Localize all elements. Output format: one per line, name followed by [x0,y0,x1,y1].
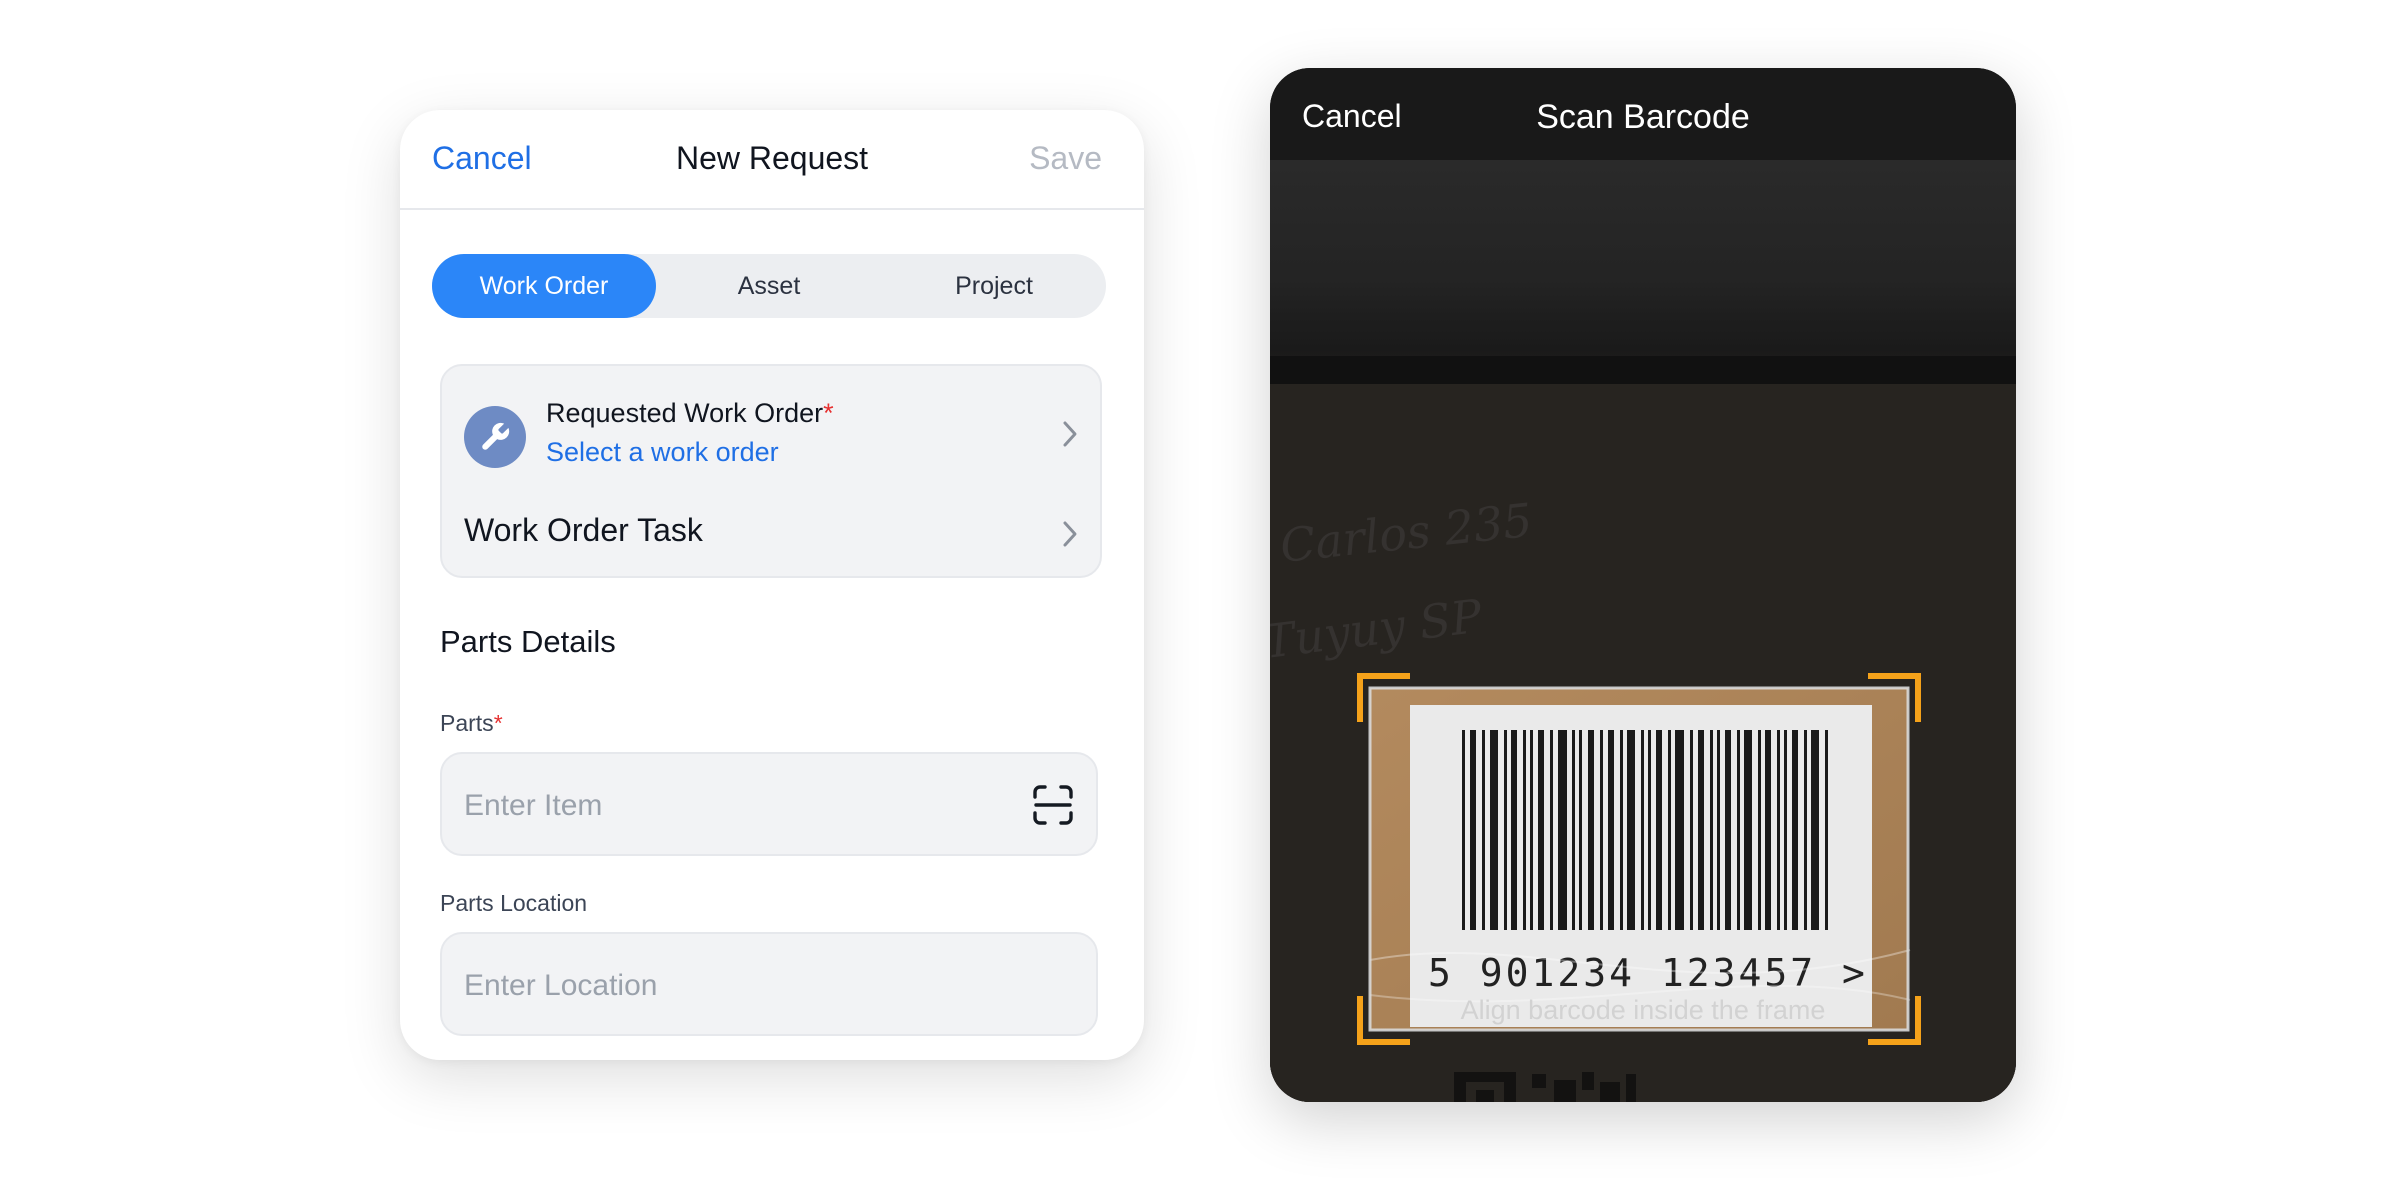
parts-location-label: Parts Location [440,890,588,916]
requested-work-order-row[interactable]: Requested Work Order* Select a work orde… [442,366,1100,486]
scan-hint: Align barcode inside the frame [1460,995,1826,1025]
wrench-icon [464,406,526,468]
parts-label: Parts* [440,710,503,736]
requested-work-order-label: Requested Work Order* [546,398,834,428]
chevron-right-icon [1063,521,1077,547]
nav-bar: Cancel New Request Save [400,110,1144,210]
parts-location-placeholder: Enter Location [464,969,658,1002]
tab-project[interactable]: Project [882,254,1106,318]
parts-input[interactable]: Enter Item [440,752,1098,856]
save-button[interactable]: Save [1029,140,1102,177]
scan-header: Cancel Scan Barcode [1270,68,2016,160]
request-type-segmented-control: Work Order Asset Project [432,254,1106,318]
tab-asset[interactable]: Asset [657,254,881,318]
barcode-number: 5 901234 123457 > [1428,951,1868,995]
scan-title: Scan Barcode [1536,98,1750,136]
new-request-card: Cancel New Request Save Work Order Asset… [400,110,1144,1060]
parts-placeholder: Enter Item [464,789,603,822]
barcode-label: 5 901234 123457 > [1369,688,1911,1030]
parts-details-heading: Parts Details [440,624,616,659]
work-order-group: Requested Work Order* Select a work orde… [440,364,1102,578]
scan-icon[interactable] [1032,784,1074,826]
tab-work-order[interactable]: Work Order [432,254,656,318]
required-asterisk: * [493,710,503,736]
camera-viewfinder: Carlos 235 Tuyuy SP 5 901234 123457 > [1270,160,2016,1102]
work-order-task-row[interactable]: Work Order Task [442,506,1100,562]
select-work-order-link[interactable]: Select a work order [546,437,779,468]
work-order-task-label: Work Order Task [464,512,703,548]
parts-location-input[interactable]: Enter Location [440,932,1098,1036]
chevron-right-icon [1063,421,1077,447]
required-asterisk: * [823,398,834,428]
scan-barcode-screen: Cancel Scan Barcode Carlos 235 Tuyuy SP [1270,68,2016,1102]
